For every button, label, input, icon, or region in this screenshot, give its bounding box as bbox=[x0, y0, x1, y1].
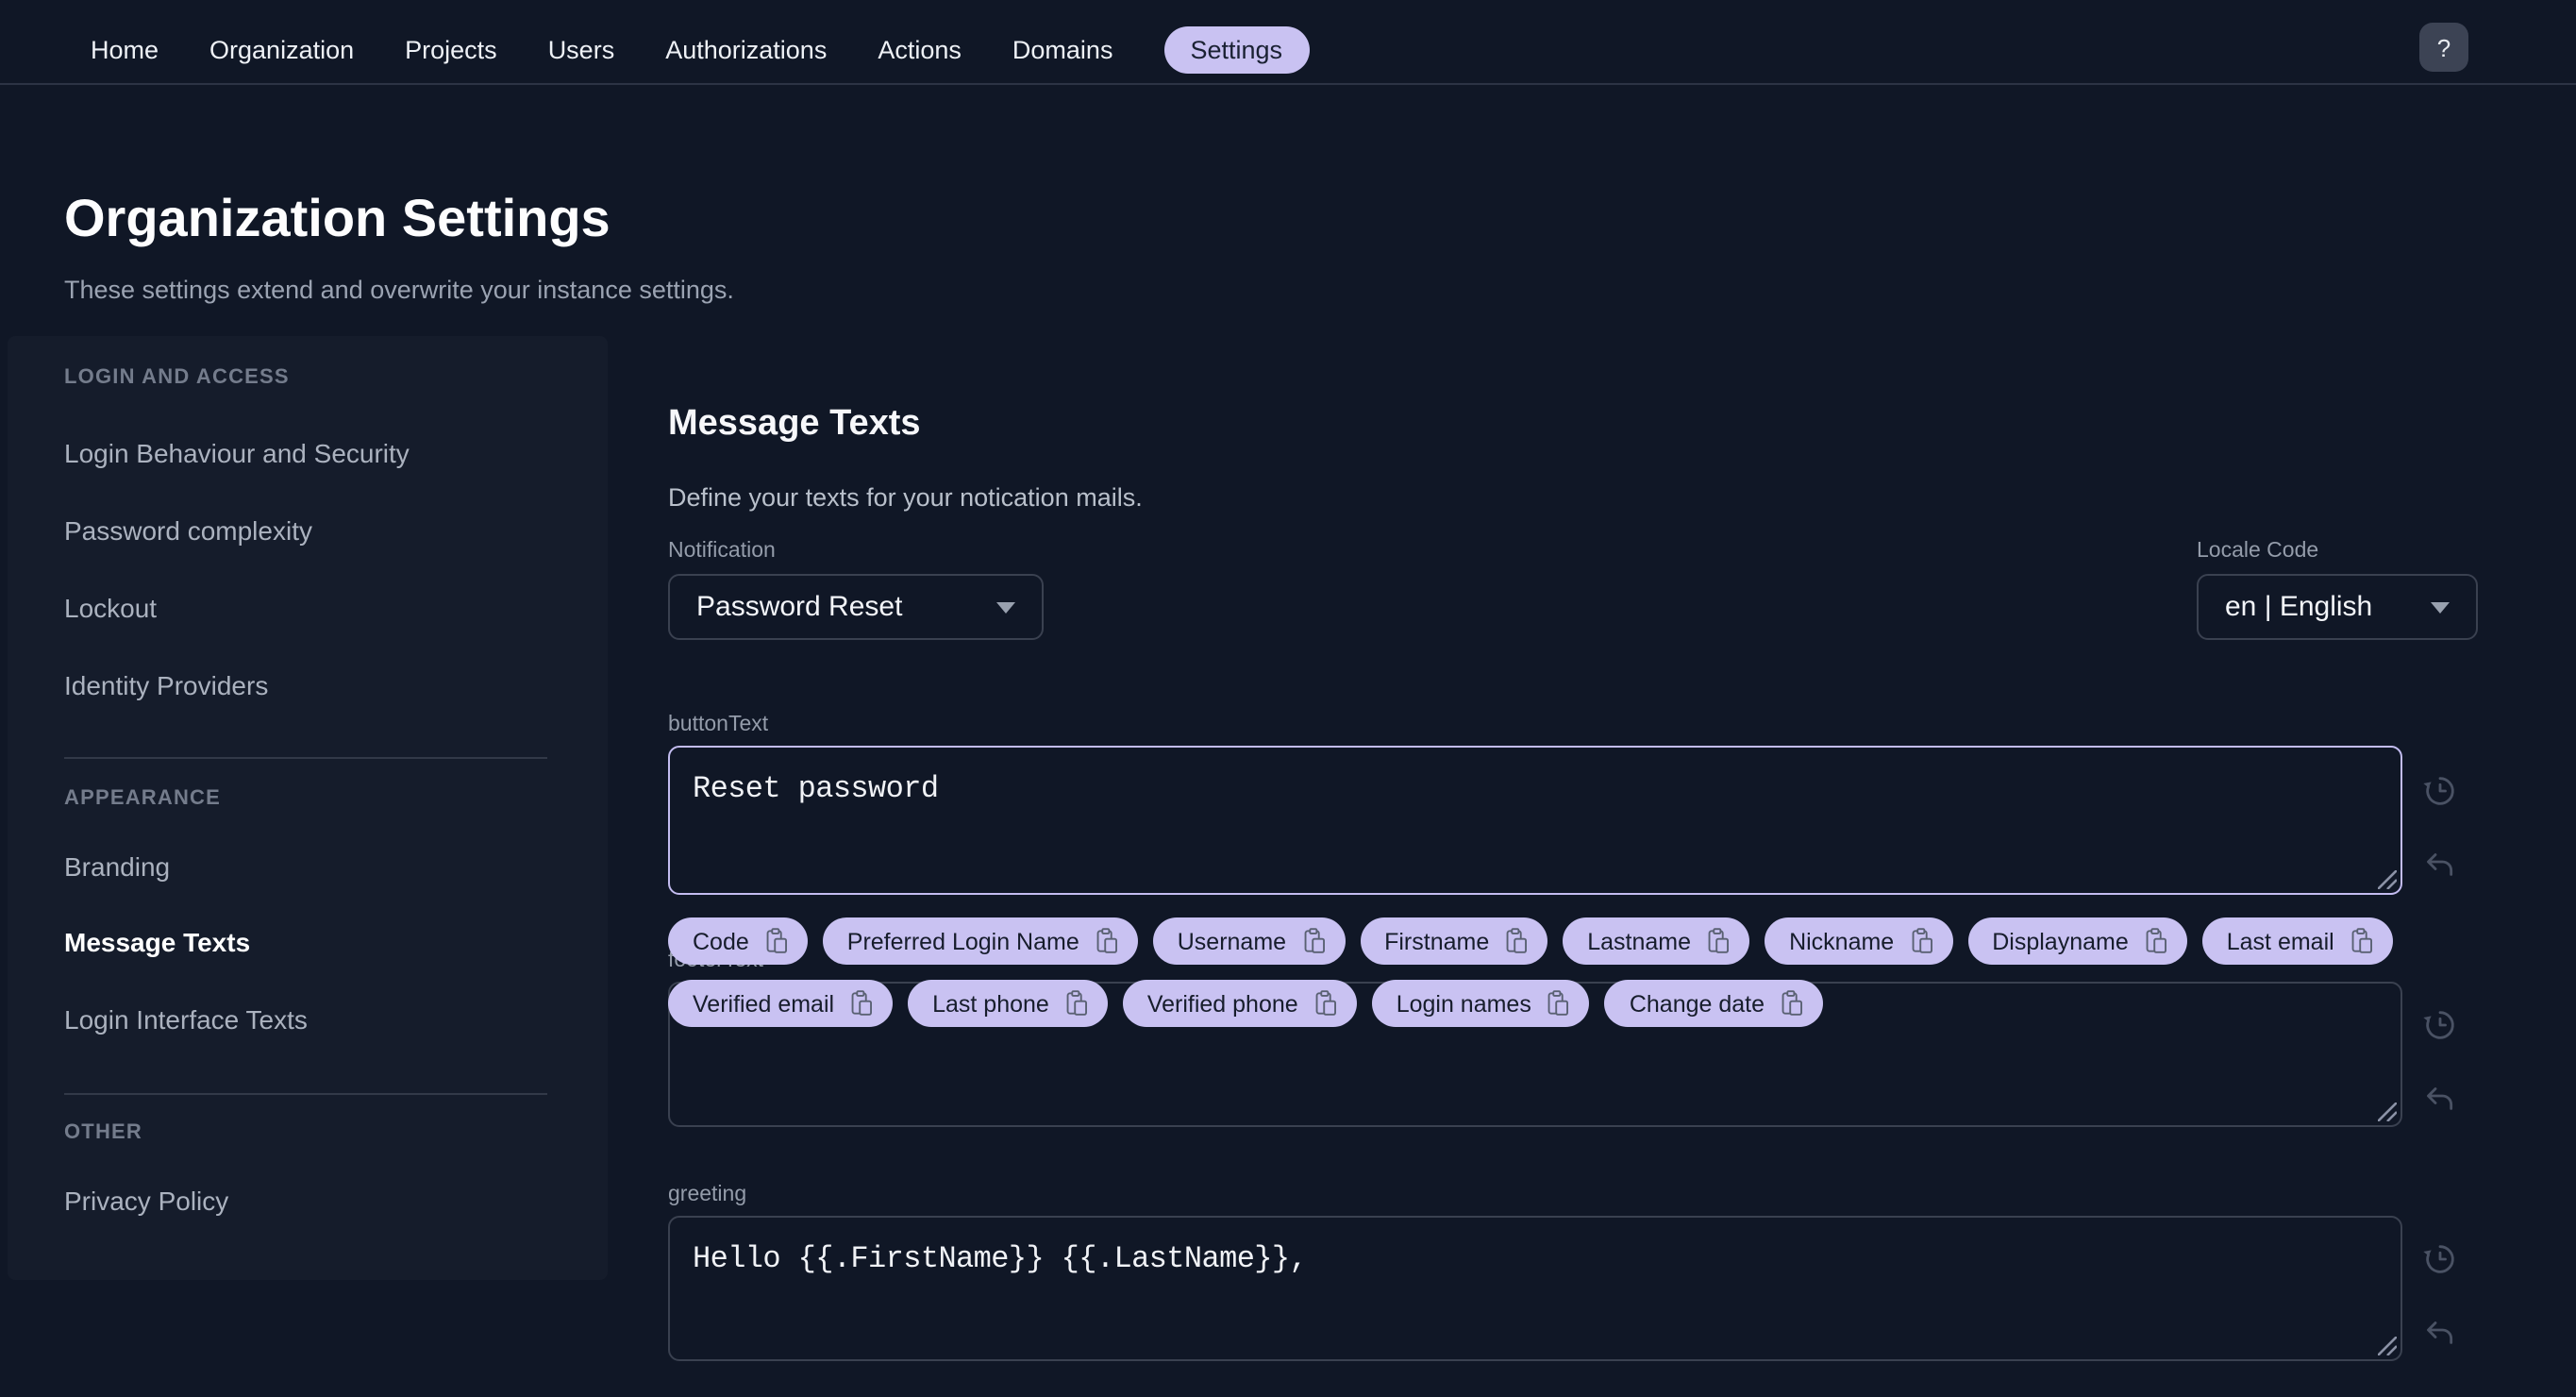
nav-item-projects[interactable]: Projects bbox=[405, 36, 497, 64]
clipboard-icon bbox=[1548, 990, 1569, 1016]
buttontext-label: buttonText bbox=[668, 714, 769, 736]
nav-item-organization[interactable]: Organization bbox=[209, 36, 354, 64]
clipboard-icon bbox=[2146, 928, 2166, 953]
clipboard-icon bbox=[2351, 928, 2372, 953]
footertext-history-icon[interactable] bbox=[2421, 1006, 2459, 1044]
chip-preferred-login-name[interactable]: Preferred Login Name bbox=[822, 917, 1138, 965]
chip-login-names[interactable]: Login names bbox=[1371, 980, 1590, 1027]
chip-verified-phone[interactable]: Verified phone bbox=[1122, 980, 1357, 1027]
nav-item-settings[interactable]: Settings bbox=[1163, 26, 1310, 74]
section-title-appearance: APPEARANCE bbox=[64, 787, 222, 810]
page-subtitle: These settings extend and overwrite your… bbox=[64, 275, 734, 303]
chevron-down-icon bbox=[2431, 601, 2450, 613]
footertext-undo-icon[interactable] bbox=[2421, 1082, 2459, 1119]
clipboard-icon bbox=[1315, 990, 1336, 1016]
greeting-label: greeting bbox=[668, 1184, 747, 1206]
section-title-login-and-access: LOGIN AND ACCESS bbox=[64, 366, 290, 389]
chip-verified-email[interactable]: Verified email bbox=[668, 980, 894, 1027]
locale-code-select[interactable]: en | English bbox=[2197, 574, 2478, 640]
top-nav: Home Organization Projects Users Authori… bbox=[0, 0, 2576, 85]
greeting-undo-icon[interactable] bbox=[2421, 1316, 2459, 1354]
notification-select-value: Password Reset bbox=[696, 591, 903, 623]
app-root: Home Organization Projects Users Authori… bbox=[0, 0, 2576, 1397]
nav-item-actions[interactable]: Actions bbox=[878, 36, 962, 64]
buttontext-field: Reset password bbox=[668, 746, 2402, 895]
sidebar-divider bbox=[64, 757, 547, 759]
sidebar-item-privacy-policy[interactable]: Privacy Policy bbox=[64, 1186, 228, 1216]
settings-sidebar: LOGIN AND ACCESS Login Behaviour and Sec… bbox=[8, 336, 608, 1280]
sidebar-item-message-texts[interactable]: Message Texts bbox=[64, 927, 250, 957]
buttontext-textarea[interactable]: Reset password bbox=[670, 748, 2400, 893]
resize-handle[interactable] bbox=[2378, 1337, 2397, 1355]
resize-handle[interactable] bbox=[2378, 870, 2397, 889]
sidebar-divider bbox=[64, 1093, 547, 1095]
sidebar-item-password-complexity[interactable]: Password complexity bbox=[64, 515, 312, 546]
buttontext-history-icon[interactable] bbox=[2421, 772, 2459, 810]
nav-item-home[interactable]: Home bbox=[91, 36, 159, 64]
chevron-down-icon bbox=[996, 601, 1015, 613]
help-button[interactable]: ? bbox=[2419, 23, 2468, 72]
nav-item-authorizations[interactable]: Authorizations bbox=[665, 36, 827, 64]
nav-item-users[interactable]: Users bbox=[548, 36, 615, 64]
sidebar-item-login-behaviour-and-security[interactable]: Login Behaviour and Security bbox=[64, 438, 410, 468]
chip-displayname[interactable]: Displayname bbox=[1967, 917, 2187, 965]
sidebar-item-lockout[interactable]: Lockout bbox=[64, 593, 157, 623]
notification-select[interactable]: Password Reset bbox=[668, 574, 1044, 640]
main-subtitle: Define your texts for your notication ma… bbox=[668, 482, 1143, 511]
chip-code[interactable]: Code bbox=[668, 917, 808, 965]
placeholder-chip-row-2: Verified email Last phone Verified phone… bbox=[668, 980, 1824, 1027]
greeting-history-icon[interactable] bbox=[2421, 1240, 2459, 1278]
greeting-textarea[interactable]: Hello {{.FirstName}} {{.LastName}}, bbox=[670, 1218, 2400, 1359]
sidebar-item-identity-providers[interactable]: Identity Providers bbox=[64, 670, 268, 700]
clipboard-icon bbox=[1506, 928, 1528, 953]
resize-handle[interactable] bbox=[2378, 1102, 2397, 1121]
chip-last-email[interactable]: Last email bbox=[2201, 917, 2393, 965]
chip-nickname[interactable]: Nickname bbox=[1765, 917, 1953, 965]
chip-firstname[interactable]: Firstname bbox=[1360, 917, 1548, 965]
greeting-field: Hello {{.FirstName}} {{.LastName}}, bbox=[668, 1216, 2402, 1361]
notification-label: Notification bbox=[668, 540, 776, 563]
locale-code-label: Locale Code bbox=[2197, 540, 2319, 563]
clipboard-icon bbox=[1911, 928, 1932, 953]
sidebar-item-login-interface-texts[interactable]: Login Interface Texts bbox=[64, 1004, 308, 1035]
main-title: Message Texts bbox=[668, 403, 921, 444]
section-title-other: OTHER bbox=[64, 1121, 142, 1144]
chip-lastname[interactable]: Lastname bbox=[1563, 917, 1750, 965]
placeholder-chip-row-1: Code Preferred Login Name Username First… bbox=[668, 917, 2393, 965]
locale-code-select-value: en | English bbox=[2225, 591, 2373, 623]
sidebar-item-branding[interactable]: Branding bbox=[64, 851, 170, 882]
clipboard-icon bbox=[1303, 928, 1325, 953]
clipboard-icon bbox=[851, 990, 873, 1016]
chip-change-date[interactable]: Change date bbox=[1604, 980, 1824, 1027]
clipboard-icon bbox=[1781, 990, 1803, 1016]
clipboard-icon bbox=[1708, 928, 1730, 953]
clipboard-icon bbox=[766, 928, 787, 953]
nav-item-domains[interactable]: Domains bbox=[1012, 36, 1113, 64]
chip-username[interactable]: Username bbox=[1152, 917, 1346, 965]
chip-last-phone[interactable]: Last phone bbox=[908, 980, 1108, 1027]
clipboard-icon bbox=[1066, 990, 1087, 1016]
clipboard-icon bbox=[1096, 928, 1117, 953]
page-title: Organization Settings bbox=[64, 188, 611, 247]
buttontext-undo-icon[interactable] bbox=[2421, 848, 2459, 885]
